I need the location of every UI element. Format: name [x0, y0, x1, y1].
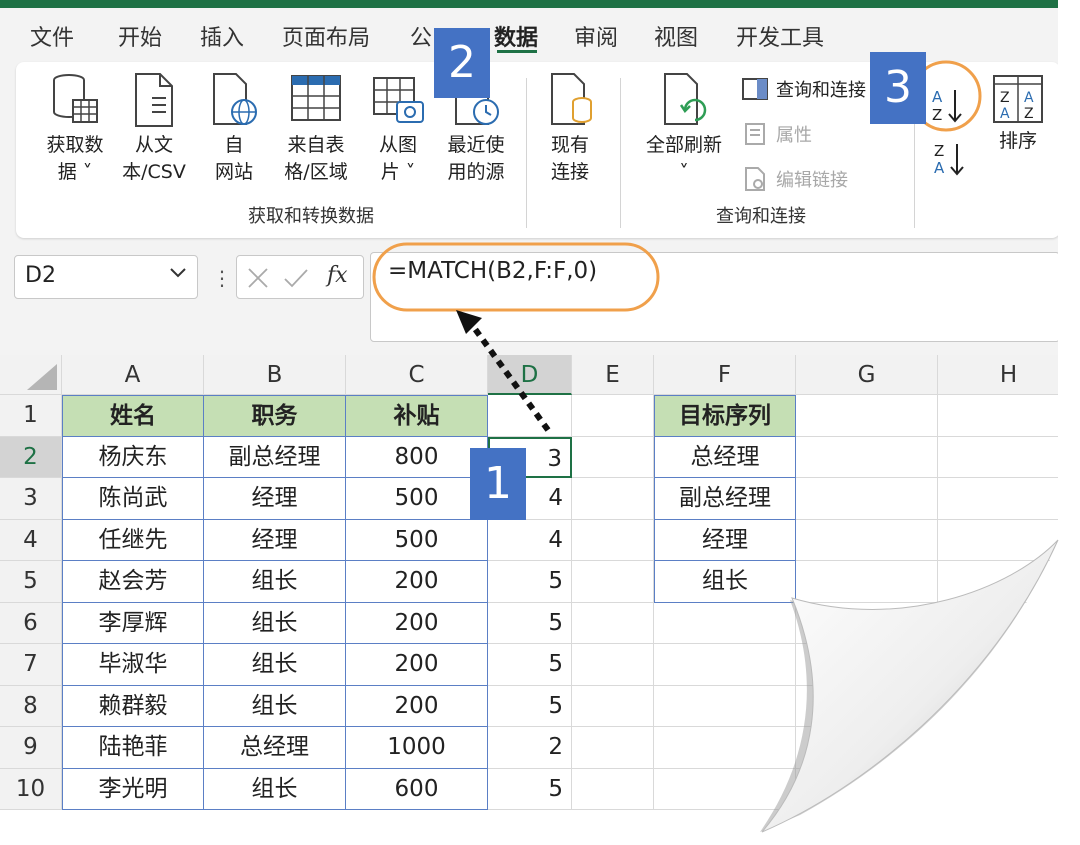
page-curl-decoration	[760, 539, 1059, 833]
